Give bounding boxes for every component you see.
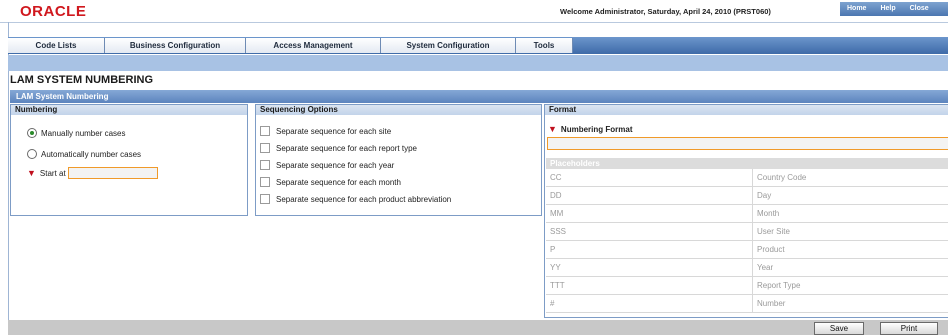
placeholder-desc: Month — [757, 209, 780, 218]
table-row[interactable]: YY Year — [546, 259, 948, 277]
seq-option-year[interactable]: Separate sequence for each year — [260, 160, 394, 170]
section-header: LAM System Numbering — [10, 90, 948, 103]
print-button[interactable]: Print — [880, 322, 938, 335]
save-button[interactable]: Save — [814, 322, 864, 335]
placeholder-code: YY — [546, 259, 753, 276]
placeholder-code: P — [546, 241, 753, 258]
placeholder-code: MM — [546, 205, 753, 222]
help-link[interactable]: Help — [873, 2, 902, 16]
placeholder-desc: Report Type — [757, 281, 801, 290]
placeholder-desc: Number — [757, 299, 786, 308]
table-row[interactable]: DD Day — [546, 187, 948, 205]
table-row[interactable]: # Number — [546, 295, 948, 313]
seq-month-label: Separate sequence for each month — [276, 177, 401, 187]
seq-site-checkbox[interactable] — [260, 126, 270, 136]
seq-report-type-label: Separate sequence for each report type — [276, 143, 417, 153]
start-at-label: Start at — [39, 168, 66, 178]
seq-product-abbreviation-checkbox[interactable] — [260, 194, 270, 204]
sequencing-heading: Sequencing Options — [256, 105, 541, 115]
home-link[interactable]: Home — [840, 2, 873, 16]
seq-year-label: Separate sequence for each year — [276, 160, 395, 170]
tab-access-management[interactable]: Access Management — [246, 38, 381, 53]
seq-year-checkbox[interactable] — [260, 160, 270, 170]
placeholders-table: Placeholders CC Country Code DD Day MM M… — [546, 158, 948, 313]
numbering-panel: Numbering — [10, 104, 248, 216]
manual-radio[interactable] — [27, 128, 37, 138]
placeholder-code: CC — [546, 169, 753, 186]
start-at-input[interactable] — [67, 167, 158, 179]
format-heading: Format — [545, 105, 948, 115]
table-row[interactable]: MM Month — [546, 205, 948, 223]
tab-tools[interactable]: Tools — [516, 38, 573, 53]
auto-number-option[interactable]: Automatically number cases — [27, 149, 141, 159]
placeholder-desc: Day — [757, 191, 772, 200]
manual-label: Manually number cases — [41, 128, 126, 138]
seq-option-report-type[interactable]: Separate sequence for each report type — [260, 143, 417, 153]
welcome-message: Welcome Administrator, Saturday, April 2… — [560, 7, 771, 16]
placeholder-desc: Product — [757, 245, 785, 254]
tab-system-configuration[interactable]: System Configuration — [381, 38, 516, 53]
seq-option-product-abbreviation[interactable]: Separate sequence for each product abbre… — [260, 194, 451, 204]
manual-number-option[interactable]: Manually number cases — [27, 128, 125, 138]
app-header: ORACLE Welcome Administrator, Saturday, … — [0, 0, 948, 23]
table-row[interactable]: P Product — [546, 241, 948, 259]
tab-business-configuration[interactable]: Business Configuration — [105, 38, 246, 53]
sub-nav-bar — [8, 55, 948, 71]
table-row[interactable]: TTT Report Type — [546, 277, 948, 295]
numbering-format-label-row: ▼ Numbering Format — [548, 124, 632, 134]
placeholders-heading: Placeholders — [546, 158, 948, 169]
placeholder-code: # — [546, 295, 753, 312]
main-nav: Code Lists Business Configuration Access… — [8, 37, 948, 54]
numbering-heading: Numbering — [11, 105, 247, 115]
table-row[interactable]: SSS User Site — [546, 223, 948, 241]
start-at-row: ▼ Start at — [27, 167, 158, 179]
seq-option-month[interactable]: Separate sequence for each month — [260, 177, 401, 187]
seq-option-site[interactable]: Separate sequence for each site — [260, 126, 391, 136]
numbering-format-input[interactable] — [547, 137, 948, 150]
footer-bar — [8, 320, 948, 335]
seq-report-type-checkbox[interactable] — [260, 143, 270, 153]
numbering-format-label: Numbering Format — [560, 124, 633, 134]
placeholder-code: SSS — [546, 223, 753, 240]
table-row[interactable]: CC Country Code — [546, 169, 948, 187]
section-title: LAM System Numbering — [16, 92, 109, 101]
auto-label: Automatically number cases — [41, 149, 142, 159]
placeholder-desc: Country Code — [757, 173, 807, 182]
top-links: Home Help Close — [840, 2, 948, 16]
oracle-logo: ORACLE — [20, 3, 87, 20]
required-flag-icon: ▼ — [27, 168, 36, 178]
placeholder-desc: Year — [757, 263, 774, 272]
auto-radio[interactable] — [27, 149, 37, 159]
placeholder-code: DD — [546, 187, 753, 204]
placeholder-code: TTT — [546, 277, 753, 294]
seq-month-checkbox[interactable] — [260, 177, 270, 187]
required-flag-icon: ▼ — [548, 124, 557, 134]
seq-site-label: Separate sequence for each site — [276, 126, 392, 136]
placeholder-desc: User Site — [757, 227, 790, 236]
tab-code-lists[interactable]: Code Lists — [8, 38, 105, 53]
close-link[interactable]: Close — [903, 2, 936, 16]
seq-product-abbreviation-label: Separate sequence for each product abbre… — [276, 194, 452, 204]
page-title: LAM SYSTEM NUMBERING — [10, 74, 153, 86]
